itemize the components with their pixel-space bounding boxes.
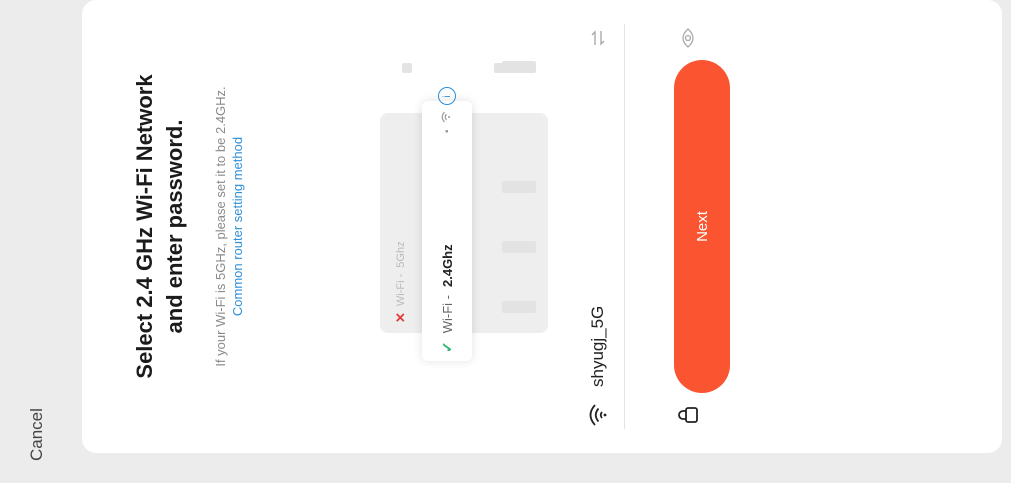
- switch-network-icon[interactable]: [584, 24, 612, 52]
- wifi-setup-screen: Cancel Select 2.4 GHz Wi-Fi Network and …: [0, 0, 1011, 483]
- wifi-field-row: [572, 24, 625, 429]
- wifi-setup-card: Select 2.4 GHz Wi-Fi Network and enter p…: [82, 0, 1002, 453]
- lock-icon: [674, 401, 702, 429]
- accepted-network-row: ✓ Wi-Fi - 2.4Ghz: [422, 203, 472, 353]
- accepted-network-prefix: Wi-Fi -: [439, 295, 455, 334]
- wifi-icon: [584, 401, 612, 429]
- check-icon: ✓: [438, 341, 455, 353]
- placeholder-bar: [402, 63, 412, 73]
- accepted-network-band: 2.4Ghz: [439, 244, 455, 287]
- rejected-network-row: ✕ Wi-Fi - 5Ghz: [380, 143, 422, 323]
- info-icon: i: [438, 87, 456, 106]
- cross-icon: ✕: [393, 312, 408, 323]
- wifi-band-illustration: ✕ Wi-Fi - 5Ghz ✓ Wi-Fi - 2.4Ghz ▪ i: [82, 0, 1002, 453]
- rejected-network-prefix: Wi-Fi -: [395, 273, 407, 307]
- next-button[interactable]: Next: [674, 60, 730, 393]
- wifi-small-icon: [441, 111, 454, 123]
- eye-icon[interactable]: [674, 24, 702, 52]
- placeholder-bar: [494, 63, 504, 73]
- cancel-button[interactable]: Cancel: [27, 408, 47, 461]
- placeholder-bar: [502, 181, 536, 193]
- placeholder-bar: [502, 301, 536, 313]
- network-status-icons: ▪ i: [422, 73, 472, 133]
- lock-small-icon: ▪: [441, 129, 453, 133]
- placeholder-bar: [502, 241, 536, 253]
- placeholder-bar: [502, 61, 536, 73]
- wifi-ssid-input[interactable]: [588, 52, 608, 387]
- rejected-network-band: 5Ghz: [395, 241, 407, 268]
